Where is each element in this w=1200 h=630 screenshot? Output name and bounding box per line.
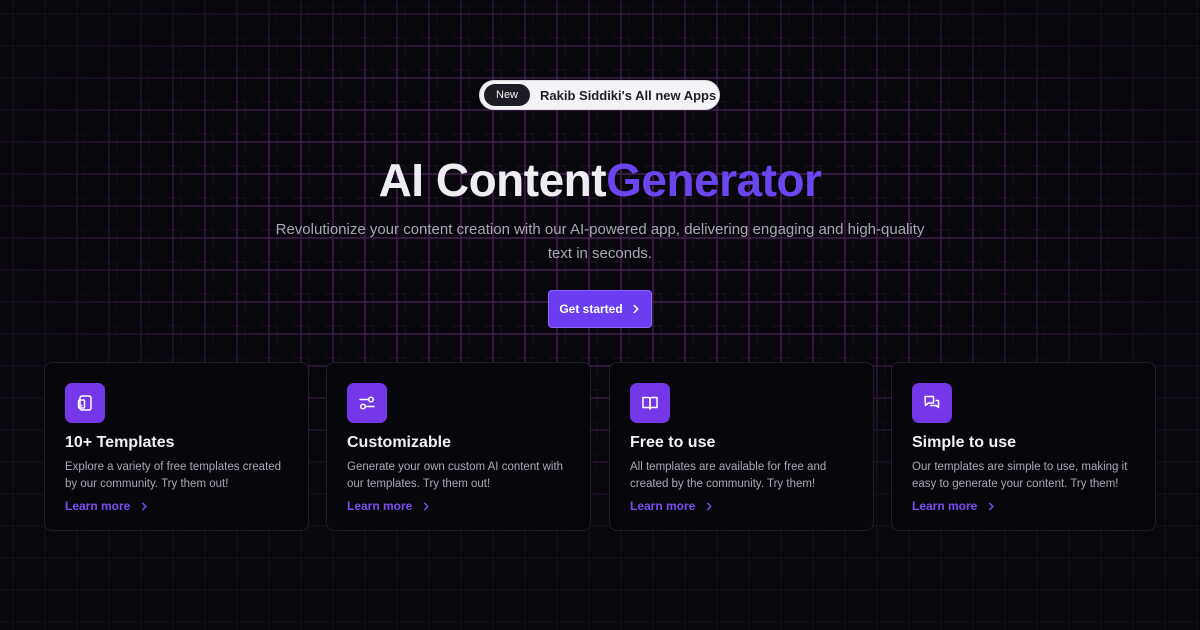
- feature-title: Free to use: [630, 434, 716, 451]
- feature-description: All templates are available for free and…: [630, 461, 827, 490]
- learn-more-label: Learn more: [630, 499, 696, 513]
- get-started-button[interactable]: Get started: [548, 290, 652, 328]
- feature-card-templates: 10+ Templates Explore a variety of free …: [44, 362, 309, 531]
- announcement-pill[interactable]: New Rakib Siddiki's All new Apps: [479, 80, 720, 110]
- book-open-icon: [642, 396, 658, 410]
- learn-more-link[interactable]: Learn more: [347, 499, 431, 513]
- feature-title: 10+ Templates: [65, 434, 175, 451]
- feature-card-free: Free to use All templates are available …: [609, 362, 874, 531]
- hero-title-accent: Generator: [606, 154, 822, 206]
- learn-more-label: Learn more: [912, 499, 978, 513]
- learn-more-label: Learn more: [65, 499, 131, 513]
- feature-description: Generate your own custom AI content with…: [347, 461, 564, 490]
- learn-more-label: Learn more: [347, 499, 413, 513]
- hero-subtitle: Revolutionize your content creation with…: [275, 221, 925, 262]
- feature-card-customizable: Customizable Generate your own custom AI…: [326, 362, 591, 531]
- hero-title-main: AI Content: [378, 154, 607, 206]
- tablet-icon: [77, 395, 92, 411]
- feature-title: Customizable: [347, 434, 452, 451]
- feature-icon-container: [912, 383, 952, 423]
- feature-card-simple: Simple to use Our templates are simple t…: [891, 362, 1156, 531]
- chevron-right-icon: [633, 304, 639, 314]
- feature-description: Our templates are simple to use, making …: [912, 461, 1128, 490]
- learn-more-link[interactable]: Learn more: [65, 499, 149, 513]
- new-badge: New: [484, 84, 531, 106]
- get-started-label: Get started: [559, 302, 623, 316]
- hero-title: AI ContentGenerator: [0, 148, 1200, 212]
- landing-page: New Rakib Siddiki's All new Apps AI Cont…: [0, 0, 1200, 630]
- chevron-right-icon: [424, 502, 429, 510]
- chevron-right-icon: [142, 502, 147, 510]
- feature-icon-container: [65, 383, 105, 423]
- sliders-icon: [359, 396, 375, 410]
- feature-icon-container: [347, 383, 387, 423]
- learn-more-link[interactable]: Learn more: [630, 499, 714, 513]
- feature-icon-container: [630, 383, 670, 423]
- feature-description: Explore a variety of free templates crea…: [65, 461, 282, 490]
- chat-bubbles-icon: [924, 395, 940, 409]
- feature-title: Simple to use: [912, 434, 1017, 451]
- learn-more-link[interactable]: Learn more: [912, 499, 996, 513]
- chevron-right-icon: [989, 502, 994, 510]
- announcement-text: Rakib Siddiki's All new Apps: [540, 87, 717, 103]
- chevron-right-icon: [707, 502, 712, 510]
